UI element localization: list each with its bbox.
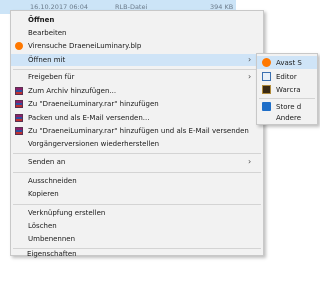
menu-item-properties[interactable]: Eigenschaften bbox=[10, 248, 262, 260]
menu-item-label: Zu "DraeneiLuminary.rar" hinzufügen und … bbox=[28, 127, 249, 135]
menu-item-label: Vorgängerversionen wiederherstellen bbox=[28, 140, 160, 148]
menu-separator bbox=[13, 204, 261, 205]
chevron-right-icon: › bbox=[248, 55, 252, 64]
open-with-submenu: Avast S Editor Warcra Store d Andere bbox=[256, 53, 318, 125]
menu-item-label: Verknüpfung erstellen bbox=[28, 209, 106, 217]
store-icon bbox=[262, 102, 271, 111]
menu-item-virus-scan[interactable]: Virensuche DraeneiLuminary.blp bbox=[11, 40, 263, 52]
menu-item-label: Ausschneiden bbox=[28, 177, 77, 185]
submenu-item-label: Avast S bbox=[276, 59, 302, 67]
menu-item-label: Löschen bbox=[28, 222, 57, 230]
submenu-item-other[interactable]: Andere bbox=[257, 111, 317, 124]
menu-item-open-with[interactable]: Öffnen mit › bbox=[11, 54, 263, 66]
menu-item-label: Öffnen mit bbox=[28, 56, 66, 64]
submenu-item-warcraft[interactable]: Warcra bbox=[257, 83, 317, 96]
menu-item-add-to-rar-and-email[interactable]: Zu "DraeneiLuminary.rar" hinzufügen und … bbox=[11, 125, 263, 137]
menu-item-edit[interactable]: Bearbeiten bbox=[11, 27, 263, 39]
menu-item-add-to-rar[interactable]: Zu "DraeneiLuminary.rar" hinzufügen bbox=[11, 98, 263, 110]
context-menu: Öffnen Bearbeiten Virensuche DraeneiLumi… bbox=[10, 10, 264, 256]
avast-icon bbox=[15, 42, 23, 50]
winrar-icon bbox=[15, 127, 23, 135]
submenu-item-avast[interactable]: Avast S bbox=[257, 56, 317, 69]
submenu-item-label: Andere bbox=[276, 114, 302, 122]
menu-separator bbox=[259, 98, 315, 99]
menu-item-label: Zum Archiv hinzufügen... bbox=[28, 87, 117, 95]
menu-item-label: Zu "DraeneiLuminary.rar" hinzufügen bbox=[28, 100, 159, 108]
submenu-item-label: Store d bbox=[276, 103, 302, 111]
notepad-icon bbox=[262, 72, 271, 81]
menu-item-cut[interactable]: Ausschneiden bbox=[11, 175, 263, 187]
menu-item-open[interactable]: Öffnen bbox=[11, 14, 263, 26]
menu-separator bbox=[13, 153, 261, 154]
submenu-item-label: Warcra bbox=[276, 86, 301, 94]
chevron-right-icon: › bbox=[248, 72, 252, 81]
menu-item-label: Kopieren bbox=[28, 190, 59, 198]
menu-item-copy[interactable]: Kopieren bbox=[11, 188, 263, 200]
winrar-icon bbox=[15, 114, 23, 122]
menu-separator bbox=[13, 172, 261, 173]
winrar-icon bbox=[15, 87, 23, 95]
menu-item-label: Eigenschaften bbox=[27, 250, 77, 258]
menu-item-label: Bearbeiten bbox=[28, 29, 67, 37]
menu-item-label: Packen und als E-Mail versenden... bbox=[28, 114, 150, 122]
winrar-icon bbox=[15, 100, 23, 108]
menu-item-delete[interactable]: Löschen bbox=[11, 220, 263, 232]
submenu-item-label: Editor bbox=[276, 73, 297, 81]
menu-item-pack-and-email[interactable]: Packen und als E-Mail versenden... bbox=[11, 112, 263, 124]
submenu-item-editor[interactable]: Editor bbox=[257, 70, 317, 83]
warcraft-icon bbox=[262, 85, 271, 94]
menu-item-label: Freigeben für bbox=[28, 73, 75, 81]
menu-item-create-shortcut[interactable]: Verknüpfung erstellen bbox=[11, 207, 263, 219]
menu-item-restore-previous-versions[interactable]: Vorgängerversionen wiederherstellen bbox=[11, 138, 263, 150]
menu-item-label: Senden an bbox=[28, 158, 66, 166]
chevron-right-icon: › bbox=[248, 157, 252, 166]
menu-item-share-with[interactable]: Freigeben für › bbox=[11, 71, 263, 83]
menu-item-label: Umbenennen bbox=[28, 235, 76, 243]
menu-item-send-to[interactable]: Senden an › bbox=[11, 156, 263, 168]
menu-item-add-to-archive[interactable]: Zum Archiv hinzufügen... bbox=[11, 85, 263, 97]
menu-item-label: Virensuche DraeneiLuminary.blp bbox=[28, 42, 142, 50]
menu-separator bbox=[13, 69, 261, 70]
menu-item-label: Öffnen bbox=[28, 16, 55, 24]
avast-icon bbox=[262, 58, 271, 67]
menu-item-rename[interactable]: Umbenennen bbox=[11, 233, 263, 245]
